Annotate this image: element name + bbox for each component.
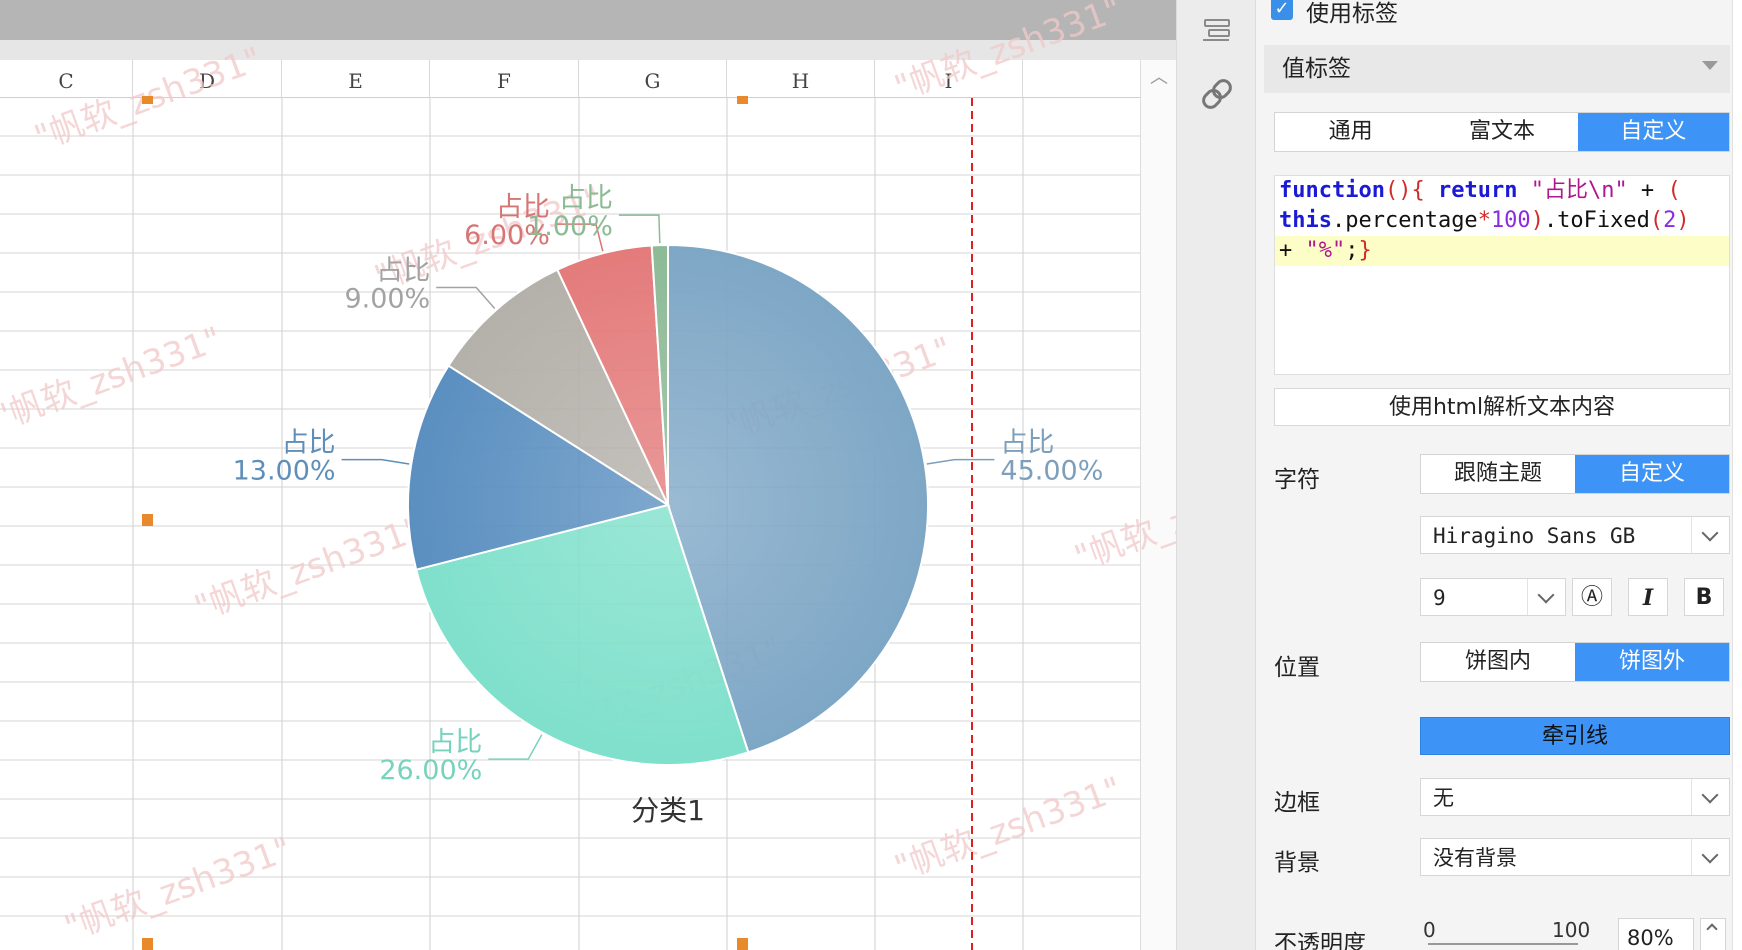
opacity-value: 80% <box>1627 926 1674 950</box>
section-title: 值标签 <box>1282 56 1351 82</box>
font-family-select[interactable]: Hiragino Sans GB <box>1420 516 1730 554</box>
tab-rich-text[interactable]: 富文本 <box>1426 113 1577 151</box>
code-token: .percentage <box>1331 208 1478 233</box>
opacity-min: 0 <box>1423 918 1436 942</box>
code-token: return <box>1437 178 1518 203</box>
code-token: ( <box>1649 208 1664 233</box>
vertical-scrollbar[interactable]: ︿ <box>1140 60 1176 950</box>
column-header-g[interactable]: G <box>579 60 727 98</box>
column-header-c[interactable]: C <box>0 60 133 98</box>
code-token: ; <box>1345 238 1359 263</box>
value-label-section[interactable]: 值标签 <box>1264 45 1730 93</box>
link-icon[interactable] <box>1197 74 1237 114</box>
code-token: + <box>1627 178 1668 203</box>
code-token: 100 <box>1490 208 1531 233</box>
code-token: 2 <box>1663 208 1677 233</box>
char-theme-tabs: 跟随主题 自定义 <box>1420 454 1730 494</box>
chevron-down-icon[interactable] <box>1691 779 1729 815</box>
tab-outside-pie[interactable]: 饼图外 <box>1575 643 1729 681</box>
opacity-label: 不透明度 <box>1274 931 1366 950</box>
code-token: .toFixed <box>1543 208 1650 233</box>
code-token: function <box>1279 178 1385 203</box>
code-token: () <box>1384 178 1412 203</box>
label-type-tabs: 通用 富文本 自定义 <box>1274 112 1730 152</box>
leader-line-button[interactable]: 牵引线 <box>1420 717 1730 755</box>
code-token: ) <box>1676 208 1690 233</box>
code-token: * <box>1477 208 1491 233</box>
code-token: ) <box>1530 208 1544 233</box>
spreadsheet-area: C D E F G H I ︿ "帆软_zsh331" "帆软_zsh331" "帆… <box>0 0 1176 950</box>
tab-inside-pie[interactable]: 饼图内 <box>1421 643 1575 681</box>
use-label-checkbox[interactable]: ✓ <box>1271 0 1293 20</box>
column-header-d[interactable]: D <box>133 60 282 98</box>
code-line: + "%";} <box>1275 236 1729 266</box>
code-token: "占比\n" <box>1530 178 1628 203</box>
font-color-button[interactable]: Ⓐ <box>1572 578 1612 616</box>
sheet-top-bar <box>0 0 1176 40</box>
column-header-row: C D E F G H I <box>0 60 1140 98</box>
use-html-parse-button[interactable]: 使用html解析文本内容 <box>1274 388 1730 426</box>
border-value: 无 <box>1433 786 1454 810</box>
border-label: 边框 <box>1274 790 1320 816</box>
chevron-up-icon[interactable] <box>1706 923 1718 935</box>
column-header-h[interactable]: H <box>727 60 875 98</box>
custom-formatter-editor[interactable]: function(){ return "占比\n" + (this.percen… <box>1274 175 1730 375</box>
opacity-input[interactable]: 80% <box>1618 918 1694 950</box>
code-token: "%" <box>1305 238 1346 263</box>
column-header-f[interactable]: F <box>430 60 579 98</box>
label-position-tabs: 饼图内 饼图外 <box>1420 642 1730 682</box>
use-label-text: 使用标签 <box>1306 1 1398 27</box>
tab-follow-theme[interactable]: 跟随主题 <box>1421 455 1575 493</box>
background-label: 背景 <box>1274 850 1320 876</box>
border-select[interactable]: 无 <box>1420 778 1730 816</box>
sheet-top-gap <box>0 40 1176 60</box>
tab-general[interactable]: 通用 <box>1275 113 1426 151</box>
tab-char-custom[interactable]: 自定义 <box>1575 455 1729 493</box>
code-token: { <box>1411 178 1425 203</box>
list-settings-icon[interactable] <box>1197 12 1237 52</box>
opacity-max: 100 <box>1552 918 1591 942</box>
code-token: this <box>1279 208 1332 233</box>
tab-custom[interactable]: 自定义 <box>1577 113 1729 151</box>
italic-button[interactable]: I <box>1628 578 1668 616</box>
collapse-caret-icon[interactable] <box>1702 61 1718 70</box>
background-value: 没有背景 <box>1433 846 1517 870</box>
code-line: this.percentage*100).toFixed(2) <box>1275 206 1729 236</box>
code-token: } <box>1358 238 1372 263</box>
font-size-select[interactable]: 9 <box>1420 578 1566 616</box>
opacity-stepper[interactable] <box>1700 918 1726 950</box>
tool-strip <box>1176 0 1256 950</box>
chevron-down-icon[interactable] <box>1691 839 1729 875</box>
scroll-up-icon[interactable]: ︿ <box>1149 68 1169 88</box>
cell-grid[interactable] <box>0 98 1140 950</box>
properties-panel: ✓ 使用标签 值标签 通用 富文本 自定义 function(){ return… <box>1256 0 1742 950</box>
code-token: ( <box>1667 178 1681 203</box>
font-size-value: 9 <box>1433 586 1446 610</box>
char-label: 字符 <box>1274 467 1320 493</box>
bold-button[interactable]: B <box>1684 578 1724 616</box>
column-header-e[interactable]: E <box>282 60 430 98</box>
code-line: function(){ return "占比\n" + ( <box>1275 176 1729 206</box>
position-label: 位置 <box>1274 655 1320 681</box>
chevron-down-icon[interactable] <box>1527 579 1565 615</box>
column-header-i[interactable]: I <box>875 60 1023 98</box>
font-family-value: Hiragino Sans GB <box>1433 524 1636 548</box>
chevron-down-icon[interactable] <box>1691 517 1729 553</box>
panel-scrollbar[interactable] <box>1732 0 1742 950</box>
background-select[interactable]: 没有背景 <box>1420 838 1730 876</box>
opacity-slider[interactable] <box>1428 943 1578 945</box>
code-token: + <box>1279 238 1306 263</box>
